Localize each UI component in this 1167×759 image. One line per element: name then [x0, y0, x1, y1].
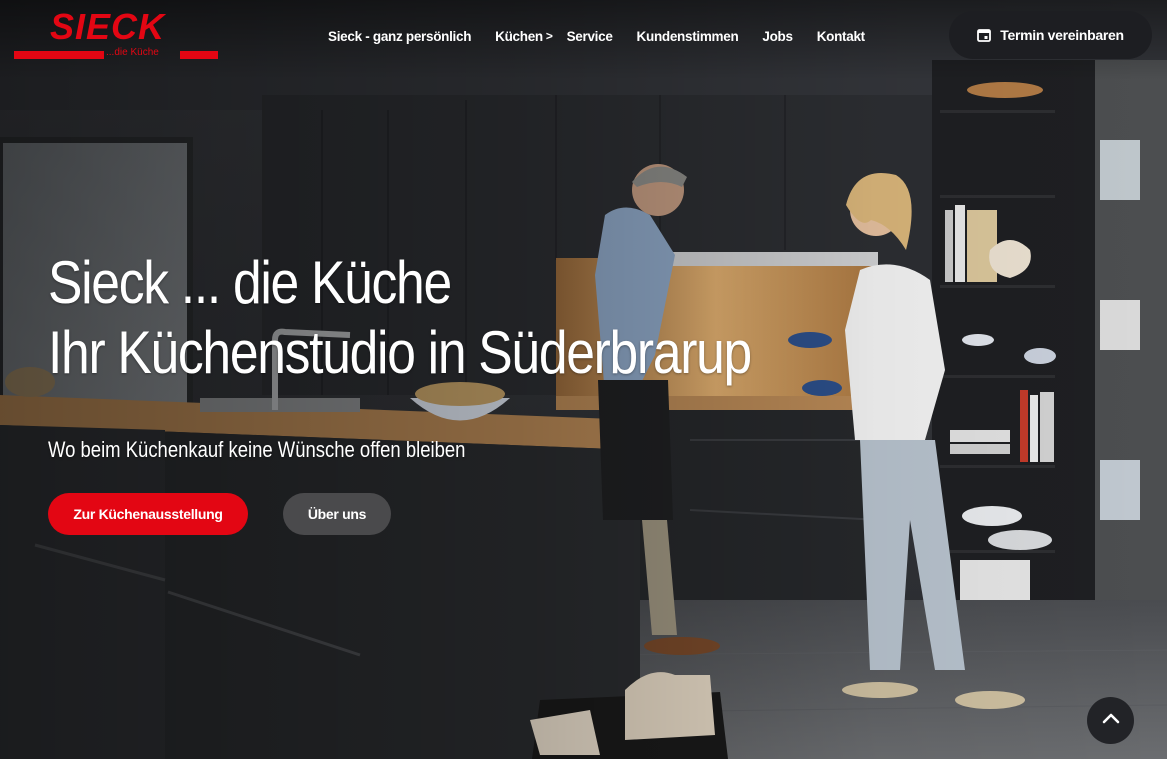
- nav-item-label: Sieck - ganz persönlich: [328, 28, 472, 44]
- chevron-right-icon: >: [545, 29, 553, 43]
- hero-subtitle: Wo beim Küchenkauf keine Wünsche offen b…: [48, 437, 466, 462]
- nav-item-label: Jobs: [762, 28, 793, 44]
- logo-bar-right: [180, 51, 218, 59]
- nav-item-label: Service: [566, 28, 613, 44]
- appointment-button[interactable]: Termin vereinbaren: [949, 11, 1152, 59]
- about-us-button[interactable]: Über uns: [283, 493, 391, 535]
- about-us-button-label: Über uns: [307, 506, 367, 522]
- nav-item-service[interactable]: Service: [567, 29, 613, 44]
- hero-title-line-2: Ihr Küchenstudio in Süderbrarup: [48, 319, 752, 386]
- logo-tagline: ...die Küche: [106, 47, 159, 58]
- chevron-up-icon: [1101, 711, 1121, 730]
- logo-wordmark: SIECK: [50, 6, 166, 47]
- nav-item-kundenstimmen[interactable]: Kundenstimmen: [637, 29, 739, 44]
- appointment-button-label: Termin vereinbaren: [1000, 27, 1124, 43]
- nav-item-kontakt[interactable]: Kontakt: [817, 29, 865, 44]
- kitchen-showroom-button-label: Zur Küchenausstellung: [73, 506, 223, 522]
- nav-item-label: Kontakt: [816, 28, 865, 44]
- main-navigation: Sieck - ganz persönlich Küchen > Service…: [328, 26, 889, 46]
- nav-item-jobs[interactable]: Jobs: [762, 28, 793, 44]
- hero-title: Sieck ... die Küche Ihr Küchenstudio in …: [48, 248, 752, 388]
- scroll-to-top-button[interactable]: [1087, 697, 1134, 744]
- site-logo[interactable]: SIECK ...die Küche: [14, 6, 220, 62]
- calendar-icon: [977, 28, 992, 42]
- nav-item-label: Küchen: [495, 28, 543, 44]
- nav-item-sieck-ganz-persoenlich[interactable]: Sieck - ganz persönlich: [328, 29, 471, 44]
- page: SIECK ...die Küche Sieck - ganz persönli…: [0, 0, 1167, 759]
- hero-title-line-1: Sieck ... die Küche: [48, 249, 452, 316]
- kitchen-showroom-button[interactable]: Zur Küchenausstellung: [48, 493, 248, 535]
- nav-item-label: Kundenstimmen: [636, 28, 739, 44]
- logo-bar-left: [14, 51, 104, 59]
- nav-item-kuechen[interactable]: Küchen >: [495, 28, 553, 44]
